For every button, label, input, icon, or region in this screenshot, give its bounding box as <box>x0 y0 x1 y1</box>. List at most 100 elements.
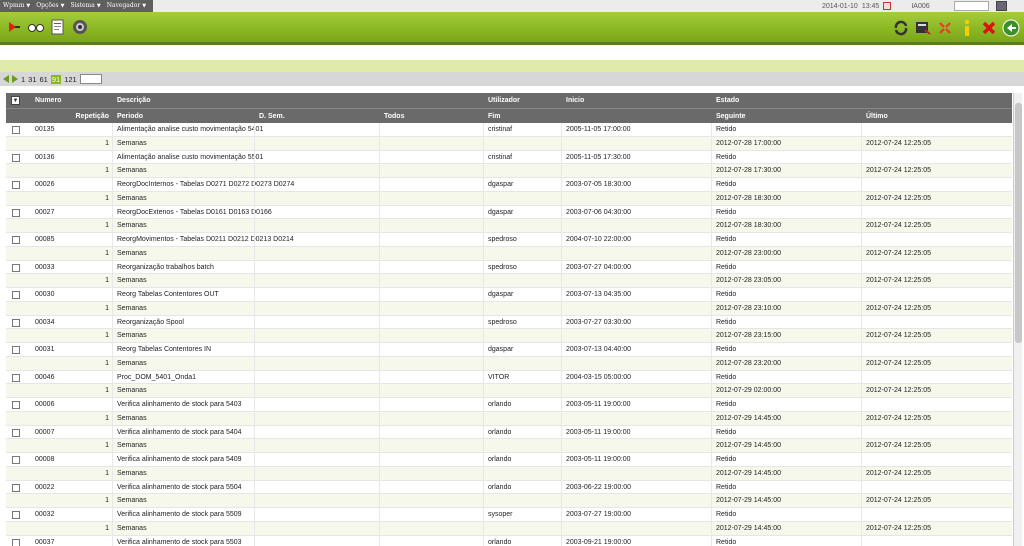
cell-inicio: 2003-05-11 19:00:00 <box>566 456 631 463</box>
current-page[interactable]: 91 <box>50 74 62 84</box>
monitor-icon[interactable] <box>996 1 1007 11</box>
col-periodo[interactable]: Periodo <box>117 109 143 124</box>
col-ultimo[interactable]: Último <box>866 109 888 124</box>
cell-periodo: Semanas <box>117 222 147 230</box>
new-document-icon[interactable] <box>49 18 67 36</box>
menu-navegador[interactable]: Navegador ▼ <box>104 0 149 12</box>
row-checkbox[interactable] <box>12 346 20 354</box>
col-numero[interactable]: Numero <box>35 93 61 108</box>
cell-periodo: Semanas <box>117 139 147 147</box>
cell-estado: Retido <box>716 153 737 161</box>
back-icon[interactable] <box>1001 18 1020 37</box>
cell-estado: Retido <box>716 181 737 188</box>
caret-down-icon: ▼ <box>26 3 31 9</box>
cell-numero: 00027 <box>35 208 55 216</box>
row-checkbox[interactable] <box>12 181 20 189</box>
menu-sistema[interactable]: Sistema ▼ <box>67 0 103 12</box>
cell-ultimo: 2012-07-24 12:25:05 <box>866 469 931 477</box>
col-fim[interactable]: Fim <box>488 109 500 124</box>
pager: 1 31 61 91 121 <box>0 72 1024 86</box>
cell-descricao: Reorg Tabelas Contentores IN <box>117 346 212 353</box>
col-estado[interactable]: Estado <box>716 93 739 108</box>
user-input[interactable] <box>954 1 989 11</box>
row-checkbox[interactable] <box>12 538 20 546</box>
menu-group: Wpmm ▼ Opções ▼ Sistema ▼ Navegador ▼ <box>0 0 153 12</box>
row-checkbox[interactable] <box>12 208 20 217</box>
page-link[interactable]: 121 <box>64 75 77 84</box>
cell-periodo: Semanas <box>117 277 147 285</box>
cell-inicio: 2003-09-21 19:00:00 <box>566 538 631 546</box>
row-checkbox[interactable] <box>12 236 20 244</box>
cell-inicio: 2003-06-22 19:00:00 <box>566 483 631 491</box>
cell-repeticao: 1 <box>105 139 109 147</box>
page-input[interactable] <box>79 74 102 84</box>
cell-periodo: Semanas <box>117 469 147 477</box>
cell-repeticao: 1 <box>105 414 109 422</box>
vertical-scrollbar[interactable] <box>1013 93 1022 546</box>
filter-band <box>0 60 1024 72</box>
glasses-icon[interactable] <box>27 18 45 36</box>
pin-icon[interactable] <box>5 18 23 36</box>
select-all-checkbox[interactable]: ▼ <box>11 96 20 105</box>
cell-ultimo: 2012-07-24 12:25:05 <box>866 359 931 367</box>
cell-estado: Retido <box>716 346 737 353</box>
col-seguinte[interactable]: Seguinte <box>716 109 746 124</box>
cell-ultimo: 2012-07-24 12:25:05 <box>866 139 931 147</box>
row-checkbox[interactable] <box>12 428 20 437</box>
row-checkbox[interactable] <box>12 401 20 409</box>
row-checkbox[interactable] <box>12 291 20 299</box>
previous-page-icon[interactable] <box>3 75 9 83</box>
refresh-icon[interactable] <box>891 18 910 37</box>
export-icon[interactable] <box>913 18 932 37</box>
cell-descricao: Verifica alinhamento de stock para 5409 <box>117 456 242 463</box>
cell-numero: 00032 <box>35 511 55 518</box>
cell-numero: 00033 <box>35 263 55 271</box>
cell-periodo: Semanas <box>117 249 147 257</box>
cell-utilizador: spedroso <box>488 263 517 271</box>
record-icon[interactable] <box>71 18 89 36</box>
close-icon[interactable] <box>979 18 998 37</box>
next-page-icon[interactable] <box>12 75 18 83</box>
page-link[interactable]: 31 <box>28 75 36 84</box>
col-utilizador[interactable]: Utilizador <box>488 93 520 108</box>
cell-utilizador: cristinaf <box>488 153 513 161</box>
cell-descricao: Alimentação analise custo movimentação 5… <box>117 126 264 133</box>
menu-wpmm[interactable]: Wpmm ▼ <box>0 0 33 12</box>
cell-descricao: ReorgMovimentos - Tabelas D0211 D0212 D0… <box>117 236 294 243</box>
col-inicio[interactable]: Inicio <box>566 93 584 108</box>
cell-inicio: 2003-05-11 19:00:00 <box>566 428 631 436</box>
cell-numero: 00006 <box>35 401 55 408</box>
cell-numero: 00135 <box>35 126 55 133</box>
cell-seguinte: 2012-07-28 23:10:00 <box>716 304 781 312</box>
row-checkbox[interactable] <box>12 126 20 134</box>
cell-repeticao: 1 <box>105 469 109 477</box>
row-checkbox[interactable] <box>12 318 20 327</box>
info-icon[interactable] <box>957 18 976 37</box>
col-dsem[interactable]: D. Sem. <box>259 109 285 124</box>
cell-descricao: Reorg Tabelas Contentores OUT <box>117 291 219 298</box>
cell-descricao: ReorgDocInternos - Tabelas D0271 D0272 D… <box>117 181 295 188</box>
cell-descricao: Verifica alinhamento de stock para 5403 <box>117 401 242 408</box>
cell-estado: Retido <box>716 263 737 271</box>
user-code: IA006 <box>911 2 930 10</box>
column-divider <box>254 123 255 546</box>
row-checkbox[interactable] <box>12 263 20 272</box>
col-todos[interactable]: Todos <box>384 109 404 124</box>
cell-utilizador: orlando <box>488 401 512 408</box>
row-checkbox[interactable] <box>12 153 20 162</box>
cell-seguinte: 2012-07-29 14:45:00 <box>716 414 781 422</box>
scroll-thumb[interactable] <box>1015 103 1022 343</box>
menu-opcoes[interactable]: Opções ▼ <box>33 0 67 12</box>
row-checkbox[interactable] <box>12 456 20 464</box>
row-checkbox[interactable] <box>12 511 20 519</box>
cell-ultimo: 2012-07-24 12:25:05 <box>866 222 931 230</box>
row-checkbox[interactable] <box>12 373 20 382</box>
menu-bar: Wpmm ▼ Opções ▼ Sistema ▼ Navegador ▼ 2014-0… <box>0 0 1024 12</box>
page-link[interactable]: 1 <box>21 75 25 84</box>
col-repeticao[interactable]: Repetição <box>35 109 109 124</box>
collapse-icon[interactable] <box>935 18 954 37</box>
calendar-icon[interactable] <box>883 2 892 10</box>
row-checkbox[interactable] <box>12 483 20 492</box>
col-descricao[interactable]: Descrição <box>117 93 150 108</box>
page-link[interactable]: 61 <box>40 75 48 84</box>
